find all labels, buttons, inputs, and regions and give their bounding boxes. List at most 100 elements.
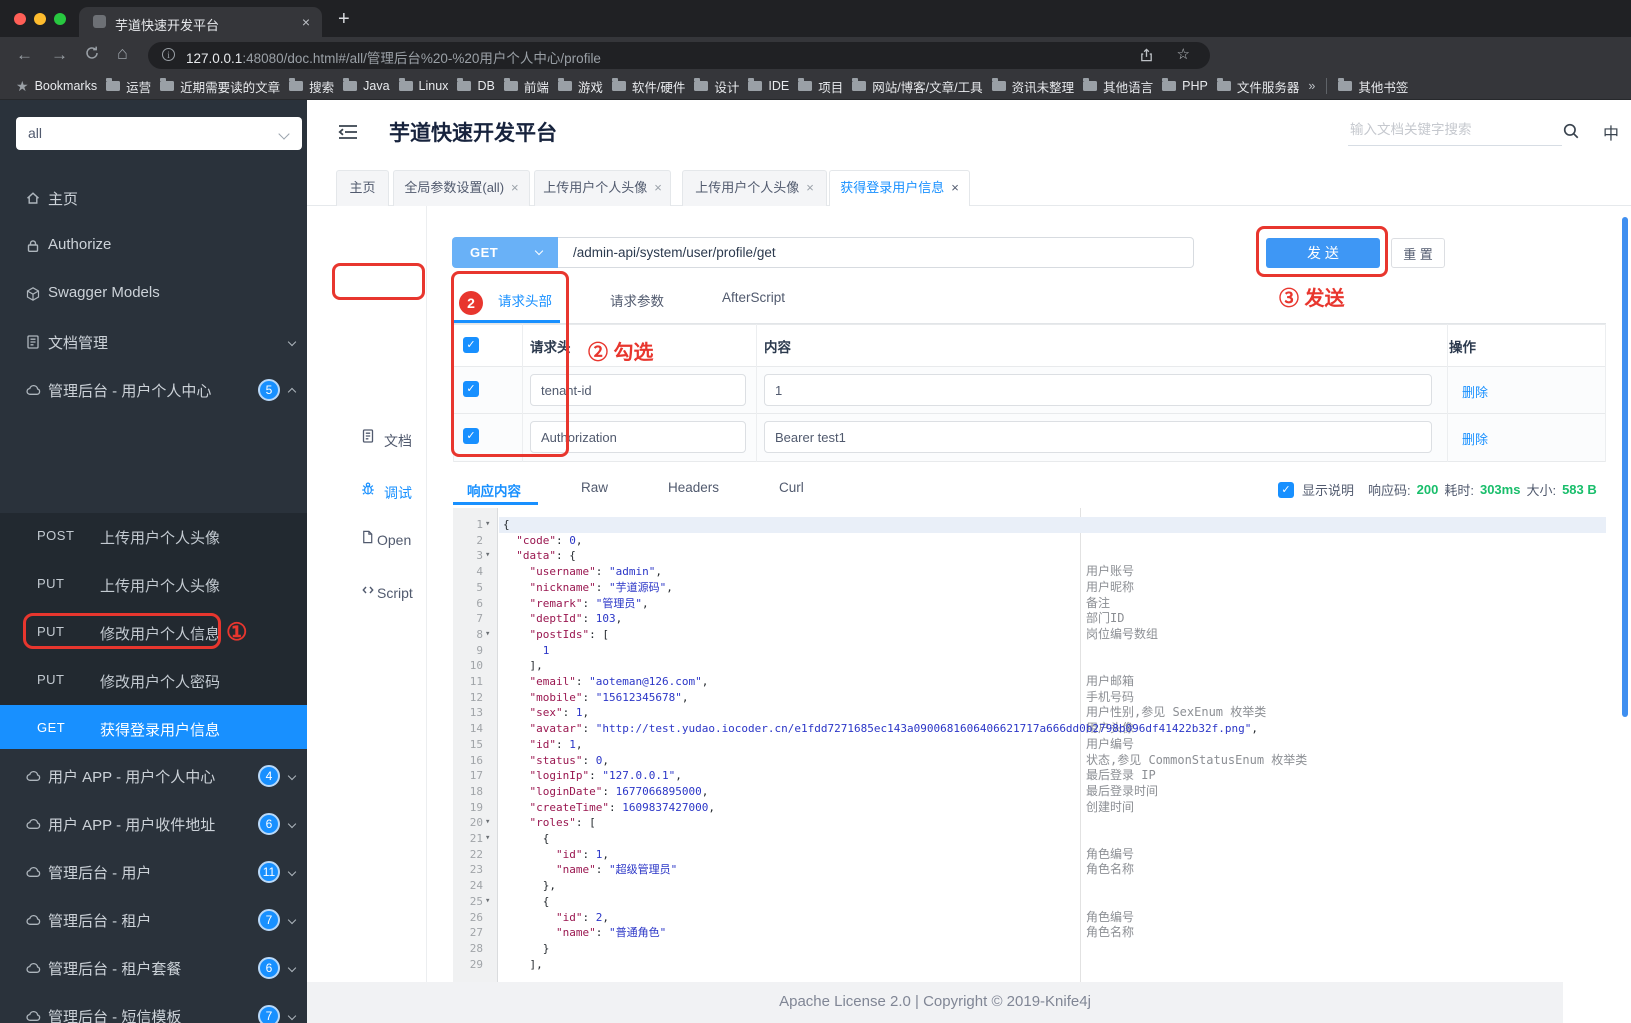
fold-caret-icon[interactable]: ▾ <box>485 894 490 910</box>
response-tab-Curl[interactable]: Curl <box>779 480 804 500</box>
bookmark-folder-item[interactable]: Java <box>343 78 390 93</box>
bookmark-folder-item[interactable]: 项目 <box>798 77 843 96</box>
debug-menu-label: Script <box>377 585 413 601</box>
search-icon[interactable] <box>1562 122 1580 140</box>
doc-tab-上传用户个人头像[interactable]: 上传用户个人头像 × <box>682 170 827 206</box>
header-value-input[interactable] <box>764 374 1432 406</box>
doc-tab-全局参数设置(all)[interactable]: 全局参数设置(all) × <box>393 170 530 206</box>
bookmark-folder-item[interactable]: PHP <box>1162 78 1208 93</box>
sidebar-group-item[interactable]: 用户 APP - 用户收件地址 6 <box>0 800 307 848</box>
sidebar-item-Authorize[interactable]: Authorize <box>0 222 307 270</box>
sidebar-group-item[interactable]: 用户 APP - 用户个人中心 4 <box>0 752 307 800</box>
close-tab-icon[interactable]: × <box>302 14 310 30</box>
bookmark-folder-item[interactable]: 设计 <box>694 77 739 96</box>
fold-caret-icon[interactable]: ▾ <box>485 548 490 564</box>
share-icon[interactable] <box>1139 47 1154 63</box>
close-tab-icon[interactable]: × <box>654 180 662 195</box>
home-icon[interactable]: ⌂ <box>117 42 128 64</box>
page-scrollbar[interactable] <box>1622 217 1628 717</box>
response-tab-Headers[interactable]: Headers <box>668 480 719 500</box>
other-bookmarks-item[interactable]: 其他书签 <box>1338 77 1408 96</box>
bookmark-folder-item[interactable]: IDE <box>748 78 789 93</box>
reset-button[interactable]: 重 置 <box>1391 238 1445 268</box>
language-toggle[interactable]: 中 <box>1603 120 1619 144</box>
minimize-window-button[interactable] <box>34 13 46 25</box>
response-tab-响应内容[interactable]: 响应内容 <box>467 480 521 500</box>
bookmark-folder-item[interactable]: 资讯未整理 <box>991 77 1074 96</box>
response-tab-Raw[interactable]: Raw <box>581 480 608 500</box>
site-info-icon[interactable]: i <box>162 48 175 61</box>
forward-icon[interactable]: → <box>51 44 68 66</box>
sidebar-operation-修改用户个人密码[interactable]: PUT 修改用户个人密码 <box>0 657 307 705</box>
sidebar-group-item[interactable]: 管理后台 - 用户 11 <box>0 848 307 896</box>
new-tab-button[interactable]: + <box>338 9 350 29</box>
bookmark-star-icon[interactable]: ☆ <box>1177 45 1190 63</box>
bookmark-folder-item[interactable]: 其他语言 <box>1083 77 1153 96</box>
bookmark-folder-item[interactable]: DB <box>457 78 495 93</box>
close-window-button[interactable] <box>14 13 26 25</box>
code-text: "avatar": "http://test.yudao.iocoder.cn/… <box>529 722 1259 736</box>
fold-caret-icon[interactable]: ▾ <box>485 627 490 643</box>
sidebar-item-管理后台 - 用户个人中心[interactable]: 管理后台 - 用户个人中心 5 <box>0 366 307 414</box>
sidebar-item-主页[interactable]: 主页 <box>0 174 307 222</box>
bookmarks-overflow-chevron[interactable]: » <box>1308 79 1315 93</box>
close-tab-icon[interactable]: × <box>511 180 519 195</box>
fold-caret-icon[interactable]: ▾ <box>485 517 490 533</box>
bookmark-folder-item[interactable]: Linux <box>398 78 448 93</box>
fold-caret-icon[interactable]: ▾ <box>485 831 490 847</box>
doc-search-input[interactable] <box>1348 118 1518 137</box>
back-icon[interactable]: ← <box>16 44 33 66</box>
code-text: "name": "普通角色" <box>555 926 667 940</box>
http-method-select[interactable]: GET <box>452 237 558 268</box>
bookmark-folder-item[interactable]: 运营 <box>106 77 151 96</box>
doc-search-field[interactable] <box>1348 118 1562 146</box>
reload-icon[interactable] <box>84 45 100 61</box>
close-tab-icon[interactable]: × <box>951 180 959 195</box>
request-tab-AfterScript[interactable]: AfterScript <box>722 290 785 310</box>
request-tab-请求参数[interactable]: 请求参数 <box>610 290 664 310</box>
header-value-input[interactable] <box>764 421 1432 453</box>
code-line: 1 ▾ { <box>453 517 1606 533</box>
api-group-select[interactable]: all <box>16 117 302 150</box>
doc-tab-主页[interactable]: 主页 <box>336 170 389 206</box>
bookmark-folder-item[interactable]: 游戏 <box>557 77 603 96</box>
debug-menu-item-文档[interactable]: 文档 <box>307 425 427 455</box>
request-url-input[interactable] <box>558 237 1194 268</box>
sidebar-operation-上传用户个人头像[interactable]: POST 上传用户个人头像 <box>0 513 307 561</box>
code-line: 8 ▾ "postIds": [岗位编号数组 <box>453 627 1606 643</box>
fold-caret-icon[interactable]: ▾ <box>485 815 490 831</box>
code-text: { <box>503 832 550 845</box>
menu-fold-icon[interactable] <box>337 122 359 142</box>
chevron-down-icon <box>287 867 297 877</box>
sidebar-group-item[interactable]: 管理后台 - 租户套餐 6 <box>0 944 307 992</box>
bookmark-folder-item[interactable]: 网站/博客/文章/工具 <box>852 77 983 96</box>
bookmark-folder-item[interactable]: 文件服务器 <box>1216 77 1299 96</box>
delete-link[interactable]: 删除 <box>1462 382 1488 401</box>
zoom-window-button[interactable] <box>54 13 66 25</box>
debug-menu-item-调试[interactable]: 调试 <box>307 477 427 507</box>
sidebar-item-Swagger Models[interactable]: Swagger Models <box>0 270 307 318</box>
show-description-checkbox[interactable]: ✓ <box>1278 481 1294 498</box>
column-header-value: 内容 <box>764 340 791 355</box>
folder-icon <box>160 78 175 91</box>
bookmarks-root-item[interactable]: ★ Bookmarks <box>16 78 97 95</box>
sidebar-group-item[interactable]: 管理后台 - 短信模板 7 <box>0 992 307 1023</box>
field-description: 部门ID <box>1086 611 1125 626</box>
bookmark-folder-item[interactable]: 近期需要读的文章 <box>160 77 280 96</box>
doc-tab-上传用户个人头像[interactable]: 上传用户个人头像 × <box>534 170 671 206</box>
sidebar-group-item[interactable]: 管理后台 - 租户 7 <box>0 896 307 944</box>
url-bar[interactable]: i 127.0.0.1:48080/doc.html#/all/管理后台%20-… <box>148 42 1210 69</box>
bookmark-folder-item[interactable]: 搜索 <box>289 77 334 96</box>
close-tab-icon[interactable]: × <box>806 180 814 195</box>
debug-menu-item-Script[interactable]: Script <box>307 579 427 609</box>
bookmark-folder-item[interactable]: 前端 <box>503 77 549 96</box>
browser-tab[interactable]: 芋道快速开发平台 × <box>79 7 322 37</box>
bookmark-folder-item[interactable]: 软件/硬件 <box>611 77 685 96</box>
sidebar-operation-获得登录用户信息[interactable]: GET 获得登录用户信息 <box>0 705 307 749</box>
sidebar-item-文档管理[interactable]: 文档管理 <box>0 318 307 366</box>
debug-menu-item-Open[interactable]: Open <box>307 526 427 556</box>
folder-icon <box>557 78 572 91</box>
doc-tab-获得登录用户信息[interactable]: 获得登录用户信息 × <box>829 170 970 206</box>
delete-link[interactable]: 删除 <box>1462 429 1488 448</box>
sidebar-operation-上传用户个人头像[interactable]: PUT 上传用户个人头像 <box>0 561 307 609</box>
